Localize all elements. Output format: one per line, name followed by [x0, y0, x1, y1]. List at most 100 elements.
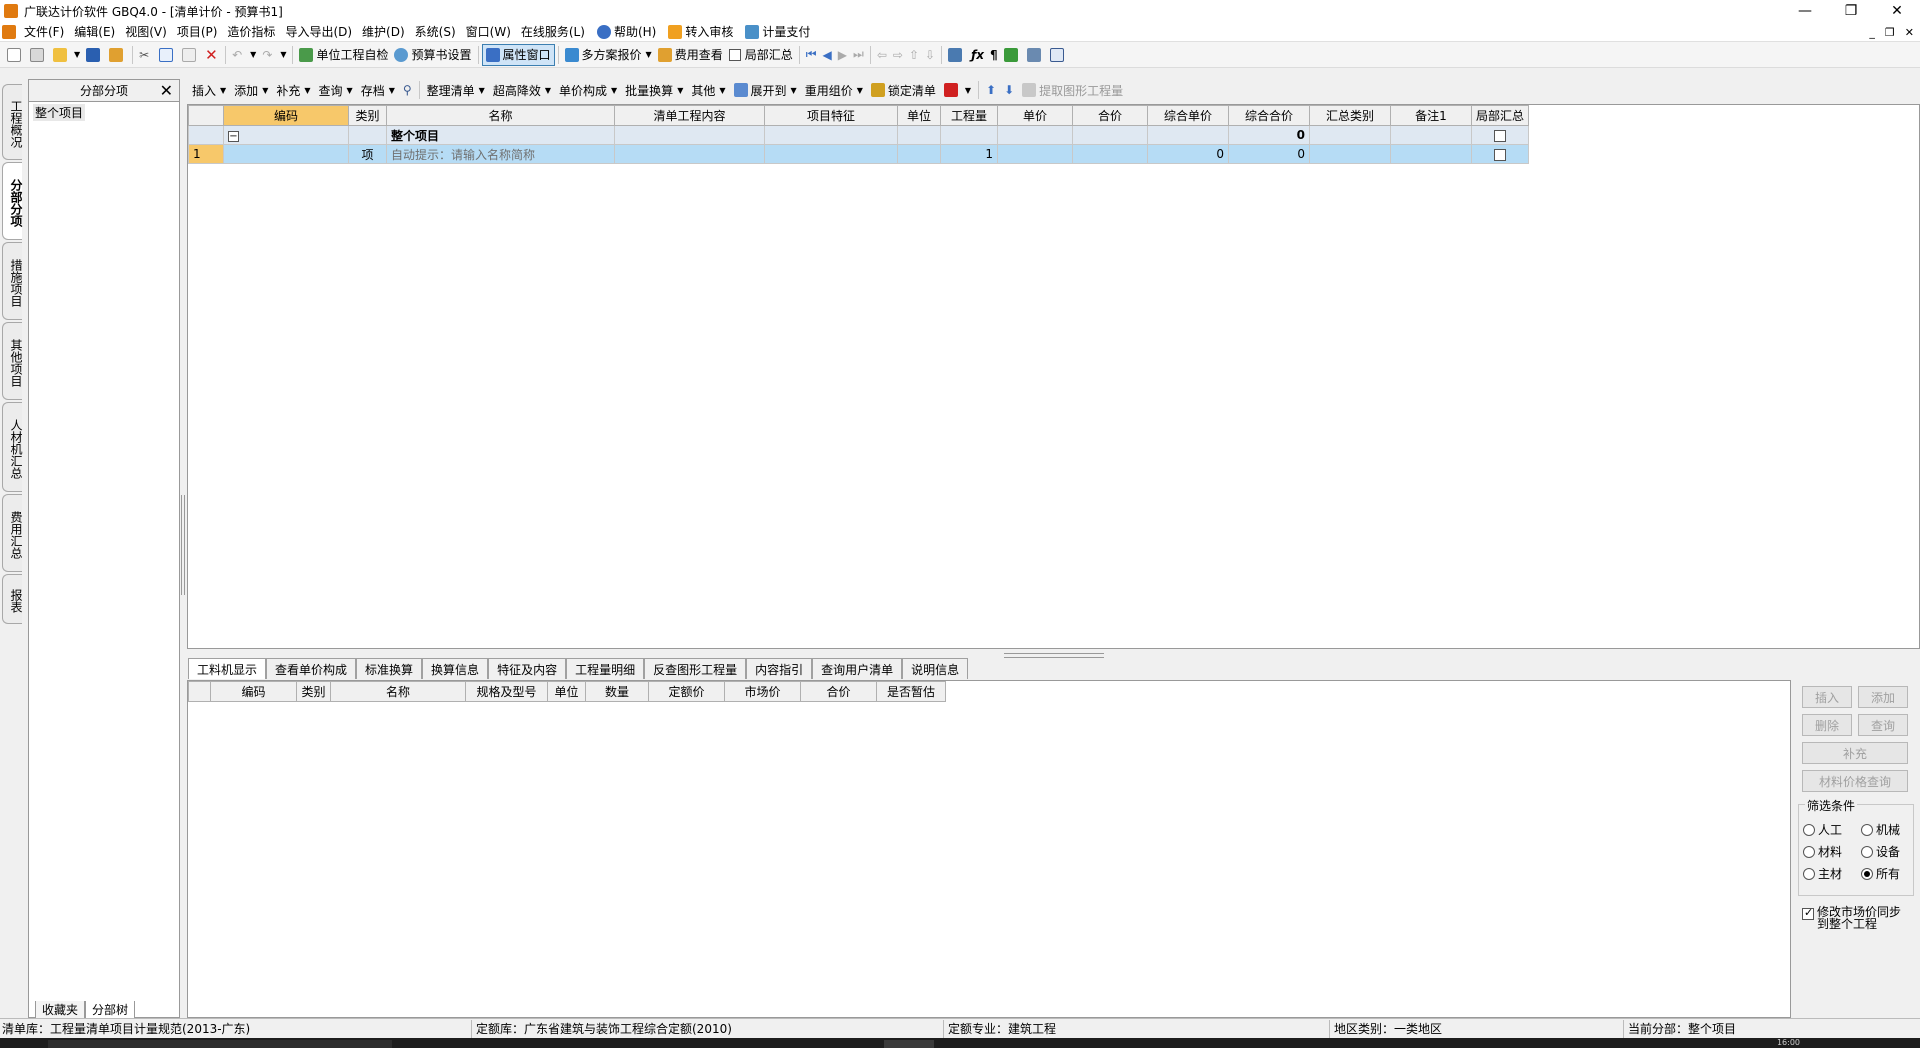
header-unit-price[interactable]: 单价: [997, 105, 1073, 126]
tab-standard-convert[interactable]: 标准换算: [356, 658, 423, 679]
tab-items[interactable]: 分部分项: [2, 162, 23, 240]
tab-description[interactable]: 说明信息: [902, 658, 969, 679]
query-button[interactable]: 查询 ▼: [315, 79, 357, 101]
new-template-button[interactable]: [27, 44, 50, 66]
tab-favorites[interactable]: 收藏夹: [35, 1001, 86, 1019]
next-button[interactable]: ▶: [835, 44, 850, 66]
name-cell[interactable]: 自动提示：请输入名称简称: [386, 144, 615, 164]
partial-summary-checkbox[interactable]: [728, 48, 741, 61]
move-up-button[interactable]: ⇧: [906, 44, 922, 66]
minimize-icon[interactable]: —: [1782, 0, 1828, 22]
unit-cell[interactable]: [897, 144, 941, 164]
quantity-cell[interactable]: [940, 125, 998, 145]
tab-features-content[interactable]: 特征及内容: [488, 658, 567, 679]
delete-button[interactable]: ✕: [202, 44, 222, 66]
header-provisional[interactable]: 是否暂估: [876, 681, 946, 702]
header-total-price[interactable]: 合价: [1072, 105, 1148, 126]
tab-measures[interactable]: 措施项目: [2, 242, 23, 320]
paste-button[interactable]: [179, 44, 202, 66]
table-row[interactable]: 1 项 自动提示：请输入名称简称 1 0 0: [188, 144, 1529, 164]
prev-button[interactable]: ◀: [820, 44, 835, 66]
menu-window[interactable]: 窗口(W): [461, 23, 516, 40]
summary-type-cell[interactable]: [1309, 125, 1391, 145]
row-index-cell[interactable]: 1: [188, 144, 224, 164]
menu-transfer-review[interactable]: 转入审核: [661, 23, 738, 40]
unit-price-button[interactable]: 单价构成 ▼: [555, 79, 621, 101]
image-button[interactable]: [1024, 44, 1047, 66]
collapse-icon[interactable]: −: [228, 131, 239, 142]
tab-project-overview[interactable]: 工程概况: [2, 84, 23, 160]
filter-material[interactable]: 材料: [1803, 843, 1842, 860]
tab-user-list[interactable]: 查询用户清单: [812, 658, 903, 679]
features-cell[interactable]: [764, 144, 898, 164]
header-name[interactable]: 名称: [330, 681, 466, 702]
remark-cell[interactable]: [1390, 125, 1472, 145]
add-button[interactable]: 添加 ▼: [230, 79, 272, 101]
first-button[interactable]: ⏮: [803, 44, 820, 66]
paragraph-button[interactable]: ¶: [987, 44, 1001, 66]
find-button[interactable]: ⚲: [399, 79, 416, 101]
tab-material-summary[interactable]: 人材机汇总: [2, 402, 23, 492]
sync-checkbox[interactable]: ✓: [1802, 906, 1814, 920]
menu-measure-pay[interactable]: 计量支付: [738, 23, 815, 40]
header-quantity[interactable]: 工程量: [940, 105, 998, 126]
app-menu-icon[interactable]: [2, 24, 16, 39]
work-content-cell[interactable]: [614, 144, 765, 164]
over-height-button[interactable]: 超高降效 ▼: [489, 79, 555, 101]
filter-machinery[interactable]: 机械: [1861, 821, 1900, 838]
filter-labor[interactable]: 人工: [1803, 821, 1842, 838]
save-button[interactable]: [83, 44, 106, 66]
move-down-button[interactable]: ⇩: [922, 44, 938, 66]
partial-summary-checkbox[interactable]: [1494, 148, 1506, 161]
header-unit[interactable]: 单位: [547, 681, 586, 702]
open-button[interactable]: ▼: [50, 44, 83, 66]
total-price-cell[interactable]: [1072, 144, 1148, 164]
extract-graphic-button[interactable]: 提取图形工程量: [1018, 79, 1127, 101]
batch-convert-button[interactable]: 批量换算 ▼: [621, 79, 687, 101]
summary-type-cell[interactable]: [1309, 144, 1391, 164]
unit-cell[interactable]: [897, 125, 941, 145]
cube-button[interactable]: [1001, 44, 1024, 66]
other-button[interactable]: 其他 ▼: [687, 79, 729, 101]
remark-cell[interactable]: [1390, 144, 1472, 164]
table-button[interactable]: [1047, 44, 1070, 66]
type-cell[interactable]: [348, 125, 387, 145]
menu-help[interactable]: 帮助(H): [590, 23, 661, 40]
header-code[interactable]: 编码: [223, 105, 349, 126]
partial-summary-cell[interactable]: [1471, 144, 1529, 164]
move-right-button[interactable]: ⇨: [890, 44, 906, 66]
code-cell[interactable]: −: [223, 125, 349, 145]
close-icon[interactable]: ✕: [1874, 0, 1920, 22]
expand-to-button[interactable]: 展开到 ▼: [730, 79, 801, 101]
self-check-button[interactable]: 单位工程自检: [296, 44, 391, 66]
mdi-close-icon[interactable]: ✕: [1905, 26, 1914, 39]
delete-material-button[interactable]: 删除: [1802, 714, 1852, 736]
row-down-button[interactable]: ⬇: [1000, 79, 1018, 101]
sync-market-price-option[interactable]: ✓ 修改市场价同步 到整个工程: [1802, 906, 1901, 930]
last-button[interactable]: ⏭: [850, 44, 867, 66]
menu-edit[interactable]: 编辑(E): [69, 23, 120, 40]
partial-summary-checkbox[interactable]: [1494, 129, 1506, 142]
menu-maintain[interactable]: 维护(D): [357, 23, 410, 40]
total-price-cell[interactable]: [1072, 125, 1148, 145]
vertical-splitter[interactable]: [180, 495, 185, 595]
comp-unit-price-cell[interactable]: 0: [1147, 144, 1229, 164]
undo-button[interactable]: ↶ ▼: [229, 44, 259, 66]
calculator-button[interactable]: [945, 44, 968, 66]
multi-quote-button[interactable]: 多方案报价 ▼: [562, 44, 655, 66]
mdi-restore-icon[interactable]: ❐: [1885, 26, 1895, 39]
header-type[interactable]: 类别: [348, 105, 387, 126]
header-unit[interactable]: 单位: [897, 105, 941, 126]
filter-equipment[interactable]: 设备: [1861, 843, 1900, 860]
tab-quantity-detail[interactable]: 工程量明细: [566, 658, 645, 679]
property-window-button[interactable]: 属性窗口: [481, 43, 555, 66]
mdi-minimize-icon[interactable]: _: [1869, 26, 1875, 39]
name-cell[interactable]: 整个项目: [386, 125, 615, 145]
tab-other-items[interactable]: 其他项目: [2, 322, 23, 400]
save-all-button[interactable]: [106, 44, 129, 66]
filter-main-material[interactable]: 主材: [1803, 865, 1842, 882]
header-summary-type[interactable]: 汇总类别: [1309, 105, 1391, 126]
header-spec[interactable]: 规格及型号: [465, 681, 548, 702]
features-cell[interactable]: [764, 125, 898, 145]
query-material-button[interactable]: 查询: [1858, 714, 1908, 736]
